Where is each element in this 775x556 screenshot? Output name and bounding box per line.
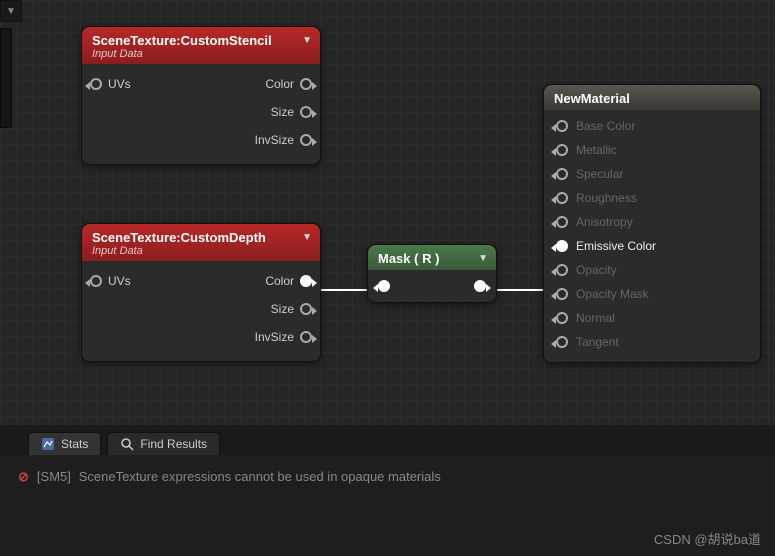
pin-label: Tangent <box>576 335 619 349</box>
node-subtitle: Input Data <box>92 245 310 257</box>
material-graph[interactable]: ▼ SceneTexture:CustomStencil Input Data … <box>0 0 775 425</box>
pin-socket[interactable] <box>556 216 568 228</box>
pin-socket[interactable] <box>556 240 568 252</box>
pin-label: Anisotropy <box>576 215 633 229</box>
input-pin-specular[interactable]: Specular <box>544 162 760 186</box>
node-scenetexture-customdepth[interactable]: SceneTexture:CustomDepth Input Data ▼ UV… <box>81 223 321 362</box>
node-title: Mask ( R ) <box>378 251 486 266</box>
input-pin-normal[interactable]: Normal <box>544 306 760 330</box>
node-mask[interactable]: Mask ( R ) ▼ <box>367 244 497 303</box>
pin-label: Metallic <box>576 143 617 157</box>
input-pin-base-color[interactable]: Base Color <box>544 114 760 138</box>
node-body: UVs Color Size InvSize <box>82 64 320 164</box>
pin-socket[interactable] <box>556 144 568 156</box>
node-header[interactable]: NewMaterial <box>544 85 760 110</box>
chevron-down-icon[interactable]: ▼ <box>302 232 312 243</box>
output-pin-invsize[interactable]: InvSize <box>255 133 312 147</box>
input-pin-opacity[interactable]: Opacity <box>544 258 760 282</box>
tab-label: Find Results <box>140 437 207 451</box>
pin-label: Normal <box>576 311 615 325</box>
sidebar-handle[interactable] <box>0 28 12 128</box>
node-material-output[interactable]: NewMaterial Base Color Metallic Specular Ro… <box>543 84 761 363</box>
chevron-down-icon: ▼ <box>1 1 21 21</box>
pin-socket[interactable] <box>556 288 568 300</box>
error-icon: ⊘ <box>18 469 29 484</box>
chevron-down-icon[interactable]: ▼ <box>302 35 312 46</box>
output-pin-invsize[interactable]: InvSize <box>255 330 312 344</box>
pin-label: Opacity Mask <box>576 287 649 301</box>
node-scenetexture-customstencil[interactable]: SceneTexture:CustomStencil Input Data ▼ … <box>81 26 321 165</box>
pin-label: Base Color <box>576 119 635 133</box>
node-title: NewMaterial <box>554 91 750 106</box>
node-title: SceneTexture:CustomStencil <box>92 33 310 48</box>
input-pin-uvs[interactable]: UVs <box>90 77 131 91</box>
output-pin-size[interactable]: Size <box>271 105 312 119</box>
output-pin[interactable] <box>474 280 486 292</box>
input-pin-anisotropy[interactable]: Anisotropy <box>544 210 760 234</box>
node-header[interactable]: SceneTexture:CustomStencil Input Data ▼ <box>82 27 320 64</box>
tab-find-results[interactable]: Find Results <box>107 432 220 455</box>
pin-socket[interactable] <box>556 264 568 276</box>
tabs-row: Stats Find Results <box>0 425 775 455</box>
tab-label: Stats <box>61 437 88 451</box>
pin-label: Emissive Color <box>576 239 656 253</box>
input-pin-tangent[interactable]: Tangent <box>544 330 760 354</box>
error-message-row: ⊘ [SM5] SceneTexture expressions cannot b… <box>0 455 775 499</box>
input-pin-opacity-mask[interactable]: Opacity Mask <box>544 282 760 306</box>
node-subtitle: Input Data <box>92 48 310 60</box>
input-pin-roughness[interactable]: Roughness <box>544 186 760 210</box>
error-text: SceneTexture expressions cannot be used … <box>79 469 441 484</box>
pin-socket[interactable] <box>556 168 568 180</box>
pin-socket[interactable] <box>556 312 568 324</box>
node-title: SceneTexture:CustomDepth <box>92 230 310 245</box>
node-body <box>368 270 496 302</box>
stats-icon <box>41 437 55 451</box>
input-pin-uvs[interactable]: UVs <box>90 274 131 288</box>
input-pin-emissive-color[interactable]: Emissive Color <box>544 234 760 258</box>
pin-socket[interactable] <box>556 192 568 204</box>
input-pin-metallic[interactable]: Metallic <box>544 138 760 162</box>
pin-socket[interactable] <box>556 120 568 132</box>
search-icon <box>120 437 134 451</box>
output-pin-color[interactable]: Color <box>265 77 312 91</box>
pin-label: Specular <box>576 167 623 181</box>
pin-socket[interactable] <box>556 336 568 348</box>
output-pin-size[interactable]: Size <box>271 302 312 316</box>
node-body: Base Color Metallic Specular Roughness Aniso… <box>544 110 760 362</box>
error-prefix: [SM5] <box>37 469 71 484</box>
node-header[interactable]: Mask ( R ) ▼ <box>368 245 496 270</box>
node-header[interactable]: SceneTexture:CustomDepth Input Data ▼ <box>82 224 320 261</box>
chevron-down-icon[interactable]: ▼ <box>478 253 488 264</box>
node-body: UVs Color Size InvSize <box>82 261 320 361</box>
input-pin[interactable] <box>378 280 390 292</box>
output-pin-color[interactable]: Color <box>265 274 312 288</box>
pin-label: Opacity <box>576 263 617 277</box>
toolbar-dropdown[interactable]: ▼ <box>0 0 22 22</box>
pin-label: Roughness <box>576 191 637 205</box>
watermark: CSDN @胡说ba道 <box>654 529 761 548</box>
tab-stats[interactable]: Stats <box>28 432 101 455</box>
